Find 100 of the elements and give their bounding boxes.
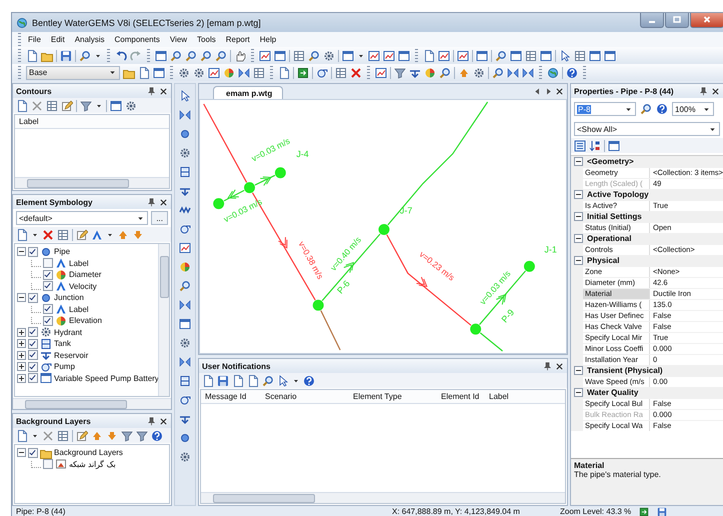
junction-node[interactable]: [312, 300, 324, 311]
collapse-icon[interactable]: [17, 293, 26, 302]
funnel-icon[interactable]: [394, 66, 406, 78]
collapse-icon[interactable]: [574, 256, 583, 265]
column-header[interactable]: Label: [485, 392, 513, 401]
maximize-icon[interactable]: [671, 14, 683, 26]
checkbox[interactable]: [28, 338, 38, 349]
chart-icon[interactable]: [457, 50, 469, 62]
checkbox[interactable]: [28, 292, 38, 303]
column-header[interactable]: Element Id: [437, 392, 485, 401]
pointer-icon[interactable]: [277, 374, 289, 386]
pin-icon[interactable]: [543, 362, 552, 370]
close-icon[interactable]: [159, 86, 168, 96]
help-icon[interactable]: [656, 103, 668, 115]
node-icon[interactable]: [179, 432, 191, 444]
more-button[interactable]: ...: [151, 211, 168, 225]
floppy-icon[interactable]: [657, 506, 668, 516]
window-icon[interactable]: [540, 50, 552, 62]
close-icon[interactable]: [555, 362, 564, 370]
checkbox[interactable]: [43, 270, 53, 280]
pin-icon[interactable]: [699, 86, 708, 96]
collapse-icon[interactable]: [574, 234, 583, 243]
zoom-dropdown[interactable]: 100%: [672, 102, 714, 116]
collapse-icon[interactable]: [574, 157, 583, 166]
collapse-icon[interactable]: [17, 448, 26, 458]
pencil-icon[interactable]: [76, 430, 88, 442]
junction-node[interactable]: [470, 324, 482, 335]
table-icon[interactable]: [253, 66, 265, 78]
tree-item[interactable]: Diameter: [69, 270, 102, 280]
menu-item[interactable]: Report: [220, 35, 255, 44]
chart-icon[interactable]: [368, 50, 380, 62]
tank-icon[interactable]: [179, 166, 191, 178]
menu-item[interactable]: Help: [254, 35, 282, 44]
checkbox[interactable]: [43, 316, 53, 326]
zoom-icon[interactable]: [185, 50, 197, 62]
floppy-icon[interactable]: [60, 50, 72, 62]
window-icon[interactable]: [155, 50, 167, 62]
valve-icon[interactable]: [179, 299, 191, 311]
document-tab[interactable]: emam p.wtg: [213, 86, 284, 99]
pointer-icon[interactable]: [179, 90, 191, 102]
font-icon[interactable]: [91, 228, 103, 240]
window-icon[interactable]: [342, 50, 354, 62]
junction-node[interactable]: [524, 260, 535, 272]
tree-item[interactable]: Label: [69, 258, 89, 268]
section-header[interactable]: Physical: [587, 256, 620, 265]
zoom-icon[interactable]: [640, 103, 652, 115]
column-header[interactable]: Message Id: [201, 392, 261, 401]
menu-item[interactable]: View: [164, 35, 192, 44]
checkbox[interactable]: [28, 246, 38, 257]
junction-node[interactable]: [244, 182, 255, 194]
menu-item[interactable]: Components: [109, 35, 165, 44]
expand-icon[interactable]: [17, 328, 26, 337]
pointer-icon[interactable]: [559, 50, 571, 62]
close-button[interactable]: [690, 13, 723, 28]
chart-icon[interactable]: [383, 50, 395, 62]
pie-chart-icon[interactable]: [424, 66, 436, 78]
table-icon[interactable]: [57, 430, 69, 442]
hand-icon[interactable]: [234, 50, 246, 62]
element-dropdown[interactable]: P-8: [574, 102, 636, 116]
chart-icon[interactable]: [208, 66, 220, 78]
column-header[interactable]: Element Type: [349, 392, 437, 401]
expand-icon[interactable]: [17, 350, 26, 360]
undo-icon[interactable]: [115, 50, 127, 62]
node-icon[interactable]: [179, 128, 191, 140]
collapse-icon[interactable]: [574, 190, 583, 199]
zoom-icon[interactable]: [495, 50, 507, 62]
arrow-box-icon[interactable]: [639, 506, 650, 516]
expand-icon[interactable]: [17, 362, 26, 372]
tree-item[interactable]: Velocity: [69, 282, 97, 291]
sort-icon[interactable]: [589, 140, 601, 152]
help-icon[interactable]: [303, 374, 315, 386]
table-icon[interactable]: [293, 50, 305, 62]
checkbox[interactable]: [28, 448, 38, 458]
floppy-icon[interactable]: [217, 374, 229, 386]
column-header[interactable]: Scenario: [261, 392, 349, 401]
pin-icon[interactable]: [147, 198, 156, 206]
table-icon[interactable]: [46, 100, 58, 112]
zoom-icon[interactable]: [492, 66, 504, 78]
table-icon[interactable]: [525, 50, 537, 62]
window-icon[interactable]: [510, 50, 522, 62]
filter-dropdown[interactable]: <Show All>: [574, 122, 720, 136]
tree-item[interactable]: Pump: [54, 362, 75, 372]
gear-icon[interactable]: [179, 147, 191, 159]
zoom-icon[interactable]: [179, 280, 191, 292]
junction-node[interactable]: [213, 198, 224, 210]
valve-icon[interactable]: [179, 109, 191, 121]
checkbox[interactable]: [43, 281, 53, 292]
zoom-icon[interactable]: [79, 50, 91, 62]
collapse-icon[interactable]: [574, 212, 583, 221]
table-icon[interactable]: [57, 228, 69, 240]
page-icon[interactable]: [202, 374, 214, 386]
collapse-icon[interactable]: [574, 388, 583, 397]
tree-item[interactable]: بک گراند شبکه: [69, 460, 116, 469]
table-icon[interactable]: [574, 50, 586, 62]
junction-node[interactable]: [378, 224, 390, 235]
minimize-button[interactable]: [640, 13, 664, 28]
right-arrow-icon[interactable]: [544, 87, 553, 96]
scrollbar[interactable]: [13, 398, 171, 409]
help-icon[interactable]: [566, 66, 578, 78]
pin-icon[interactable]: [147, 86, 156, 96]
